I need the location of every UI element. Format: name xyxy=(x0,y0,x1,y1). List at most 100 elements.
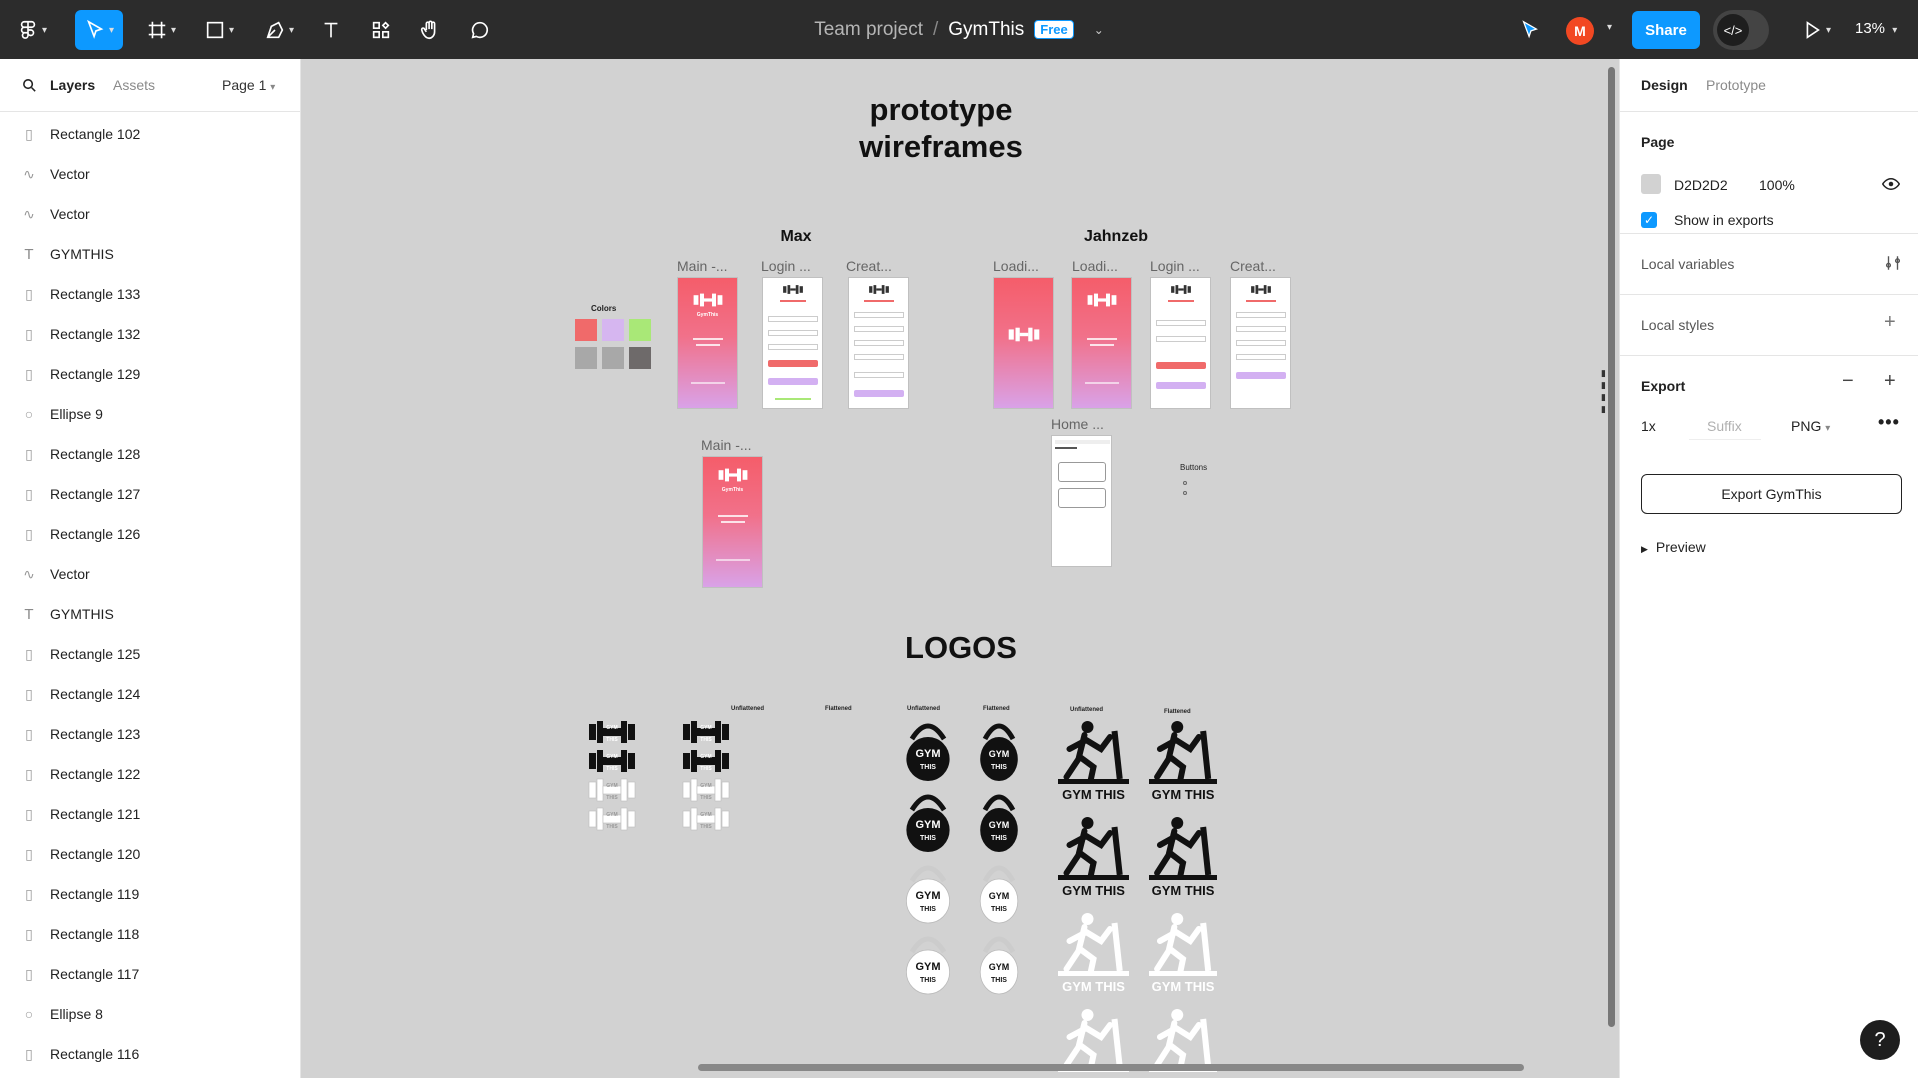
horizontal-scrollbar[interactable] xyxy=(698,1064,1524,1071)
export-format-value: PNG xyxy=(1791,418,1822,434)
avatar[interactable]: M xyxy=(1566,17,1594,45)
treadmill-logo-black[interactable]: GYM THIS xyxy=(1056,815,1131,899)
kettlebell-logo-black[interactable]: GYM THIS xyxy=(905,717,951,783)
treadmill-logo-black[interactable]: GYM THIS xyxy=(1147,815,1219,899)
avatar-chevron-icon[interactable]: ▾ xyxy=(1607,22,1612,33)
search-icon[interactable] xyxy=(21,77,38,94)
show-in-exports-checkbox[interactable]: ✓ xyxy=(1641,212,1657,228)
eye-icon[interactable] xyxy=(1882,177,1900,191)
kettlebell-logo-black[interactable]: GYM THIS xyxy=(979,788,1019,854)
page-selector[interactable]: Page 1 ▾ xyxy=(222,77,275,93)
layer-row[interactable]: ▯ Rectangle 132 xyxy=(0,314,300,354)
page-color-value[interactable]: D2D2D2 xyxy=(1674,177,1728,193)
move-tool-button[interactable]: ▾ xyxy=(75,10,123,50)
layer-row[interactable]: T GYMTHIS xyxy=(0,594,300,634)
layer-row[interactable]: ∿ Vector xyxy=(0,194,300,234)
share-button[interactable]: Share xyxy=(1632,11,1700,49)
local-variables-label[interactable]: Local variables xyxy=(1641,256,1734,272)
layer-row[interactable]: ▯ Rectangle 127 xyxy=(0,474,300,514)
layer-row[interactable]: ▯ Rectangle 119 xyxy=(0,874,300,914)
chevron-down-icon[interactable]: ⌄ xyxy=(1094,23,1104,37)
layer-row[interactable]: ▯ Rectangle 129 xyxy=(0,354,300,394)
present-button[interactable]: ▾ xyxy=(1796,10,1836,50)
dumbbell-logo-black[interactable]: GYM THIS xyxy=(681,719,731,745)
tab-assets[interactable]: Assets xyxy=(113,77,155,93)
tab-layers[interactable]: Layers xyxy=(50,77,95,93)
dumbbell-logo-black[interactable]: GYM THIS xyxy=(587,719,637,745)
local-styles-section: Local styles + xyxy=(1620,295,1918,356)
multiplayer-cursor-button[interactable] xyxy=(1512,10,1548,50)
kettlebell-logo-black[interactable]: GYM THIS xyxy=(905,788,951,854)
export-button[interactable]: Export GymThis xyxy=(1641,474,1902,514)
layer-row[interactable]: ∿ Vector xyxy=(0,554,300,594)
breadcrumb-team[interactable]: Team project xyxy=(814,19,923,41)
layer-name: Rectangle 120 xyxy=(50,846,141,862)
layer-row[interactable]: ▯ Rectangle 121 xyxy=(0,794,300,834)
text-tool-button[interactable] xyxy=(315,10,347,50)
treadmill-logo-white[interactable]: GYM THIS xyxy=(1147,911,1219,995)
canvas[interactable]: prototype wireframes Max Jahnzeb Colors … xyxy=(301,59,1619,1078)
dev-mode-toggle[interactable]: </> xyxy=(1713,10,1769,50)
variables-settings-icon[interactable] xyxy=(1884,254,1902,272)
layer-row[interactable]: ▯ Rectangle 123 xyxy=(0,714,300,754)
main-menu-icon[interactable]: ▾ xyxy=(12,10,52,50)
kettlebell-logo-white[interactable]: GYM THIS xyxy=(979,859,1019,925)
layer-row[interactable]: T GYMTHIS xyxy=(0,234,300,274)
dumbbell-logo-white[interactable]: GYM THIS xyxy=(681,777,731,803)
layer-row[interactable]: ∿ Vector xyxy=(0,154,300,194)
more-options-icon[interactable]: ••• xyxy=(1878,412,1900,433)
shape-tool-button[interactable]: ▾ xyxy=(198,10,240,50)
layer-name: Vector xyxy=(50,566,90,582)
layer-row[interactable]: ○ Ellipse 9 xyxy=(0,394,300,434)
resources-button[interactable] xyxy=(365,10,397,50)
layer-name: Ellipse 8 xyxy=(50,1006,103,1022)
preview-toggle[interactable]: ▶ Preview xyxy=(1641,539,1706,555)
export-scale-select[interactable]: 1x xyxy=(1641,418,1656,434)
preview-label: Preview xyxy=(1655,539,1706,555)
add-export-icon[interactable]: + xyxy=(1884,370,1896,393)
layer-row[interactable]: ▯ Rectangle 120 xyxy=(0,834,300,874)
file-name[interactable]: GymThis xyxy=(948,19,1024,41)
dumbbell-logo-white[interactable]: GYM THIS xyxy=(587,777,637,803)
add-style-icon[interactable]: + xyxy=(1884,311,1896,334)
layer-row[interactable]: ▯ Rectangle 102 xyxy=(0,114,300,154)
vertical-scrollbar[interactable] xyxy=(1608,67,1615,1027)
layer-row[interactable]: ▯ Rectangle 117 xyxy=(0,954,300,994)
hand-tool-button[interactable] xyxy=(414,10,446,50)
frame-tool-button[interactable]: ▾ xyxy=(140,10,182,50)
pen-tool-button[interactable]: ▾ xyxy=(258,10,300,50)
layer-name: GYMTHIS xyxy=(50,246,114,262)
layer-row[interactable]: ▯ Rectangle 124 xyxy=(0,674,300,714)
layer-row[interactable]: ▯ Rectangle 116 xyxy=(0,1034,300,1074)
zoom-dropdown[interactable]: 13% ▾ xyxy=(1855,20,1897,37)
kettlebell-logo-black[interactable]: GYM THIS xyxy=(979,717,1019,783)
dumbbell-logo-white[interactable]: GYM THIS xyxy=(681,806,731,832)
layer-row[interactable]: ▯ Rectangle 125 xyxy=(0,634,300,674)
logo-text: THIS xyxy=(991,906,1007,913)
layer-row[interactable]: ○ Ellipse 8 xyxy=(0,994,300,1034)
export-suffix-input[interactable]: Suffix xyxy=(1689,412,1761,440)
kettlebell-logo-white[interactable]: GYM THIS xyxy=(905,930,951,996)
dumbbell-logo-black[interactable]: GYM THIS xyxy=(681,748,731,774)
comment-tool-button[interactable] xyxy=(464,10,496,50)
tab-design[interactable]: Design xyxy=(1641,77,1688,93)
layer-row[interactable]: ▯ Rectangle 133 xyxy=(0,274,300,314)
tab-prototype[interactable]: Prototype xyxy=(1706,77,1766,93)
layer-row[interactable]: ▯ Rectangle 118 xyxy=(0,914,300,954)
treadmill-logo-black[interactable]: GYM THIS xyxy=(1056,719,1131,803)
layer-row[interactable]: ▯ Rectangle 126 xyxy=(0,514,300,554)
rect-layer-icon: ▯ xyxy=(25,1045,33,1062)
treadmill-logo-white[interactable]: GYM THIS xyxy=(1056,911,1131,995)
kettlebell-logo-white[interactable]: GYM THIS xyxy=(979,930,1019,996)
remove-export-icon[interactable]: − xyxy=(1842,370,1854,393)
help-button[interactable]: ? xyxy=(1860,1020,1900,1060)
export-format-select[interactable]: PNG ▾ xyxy=(1791,418,1830,434)
kettlebell-logo-white[interactable]: GYM THIS xyxy=(905,859,951,925)
dumbbell-logo-black[interactable]: GYM THIS xyxy=(587,748,637,774)
layer-row[interactable]: ▯ Rectangle 122 xyxy=(0,754,300,794)
page-opacity-value[interactable]: 100% xyxy=(1759,177,1795,193)
treadmill-logo-black[interactable]: GYM THIS xyxy=(1147,719,1219,803)
layer-row[interactable]: ▯ Rectangle 128 xyxy=(0,434,300,474)
page-color-swatch[interactable] xyxy=(1641,174,1661,194)
dumbbell-logo-white[interactable]: GYM THIS xyxy=(587,806,637,832)
